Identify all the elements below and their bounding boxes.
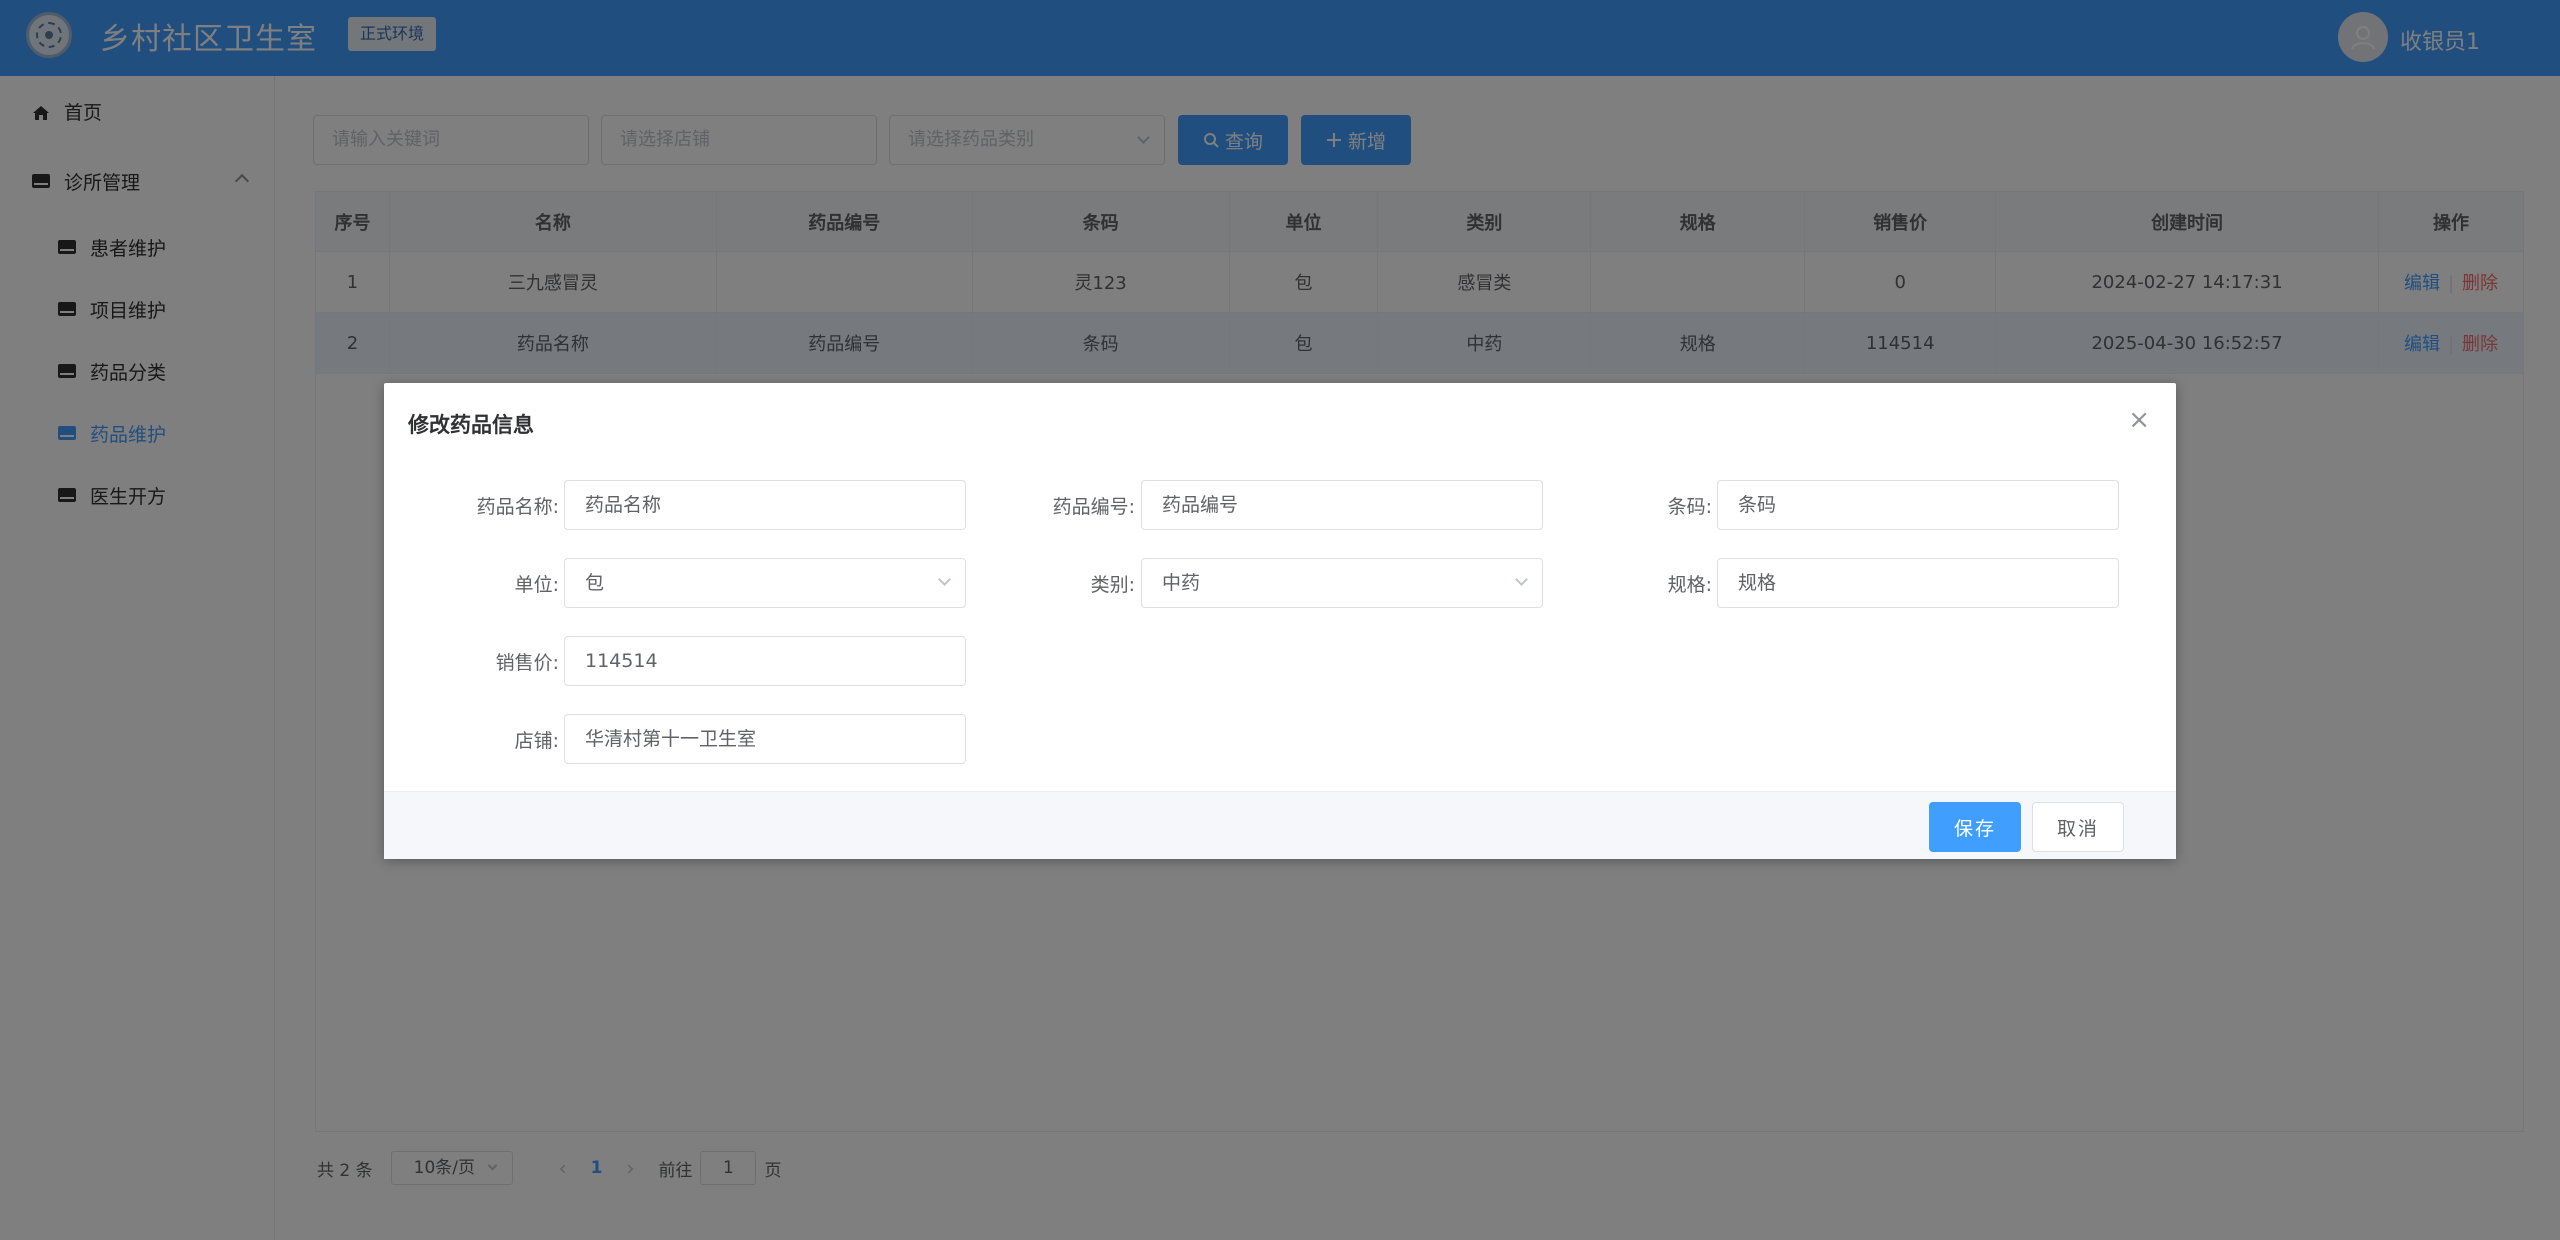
spec-input[interactable]: 规格 bbox=[1717, 558, 2119, 608]
dialog-footer bbox=[384, 791, 2176, 859]
drug-code-input[interactable]: 药品编号 bbox=[1141, 480, 1543, 530]
save-button[interactable]: 保存 bbox=[1929, 802, 2021, 852]
store-input[interactable]: 华清村第十一卫生室 bbox=[564, 714, 966, 764]
store-label: 店铺: bbox=[514, 730, 559, 752]
unit-label: 单位: bbox=[514, 574, 559, 596]
chevron-down-icon bbox=[1515, 573, 1528, 586]
unit-select[interactable]: 包 bbox=[564, 558, 966, 608]
price-label: 销售价: bbox=[495, 652, 559, 674]
barcode-input[interactable]: 条码 bbox=[1717, 480, 2119, 530]
close-icon[interactable]: × bbox=[2128, 405, 2150, 435]
category-label: 类别: bbox=[1090, 574, 1135, 596]
category-select-field[interactable]: 中药 bbox=[1141, 558, 1543, 608]
drug-name-input[interactable]: 药品名称 bbox=[564, 480, 966, 530]
drug-name-label: 药品名称: bbox=[476, 496, 559, 518]
dialog-title: 修改药品信息 bbox=[408, 413, 534, 437]
unit-select-value: 包 bbox=[585, 572, 605, 594]
chevron-down-icon bbox=[938, 573, 951, 586]
category-select-value: 中药 bbox=[1162, 572, 1201, 594]
cancel-button[interactable]: 取消 bbox=[2032, 802, 2124, 852]
drug-code-label: 药品编号: bbox=[1052, 496, 1135, 518]
price-input[interactable]: 114514 bbox=[564, 636, 966, 686]
spec-label: 规格: bbox=[1667, 574, 1712, 596]
barcode-label: 条码: bbox=[1667, 496, 1712, 518]
edit-drug-dialog: 修改药品信息 × 药品名称: 药品名称 药品编号: 药品编号 条码: 条码 单位… bbox=[384, 383, 2176, 859]
